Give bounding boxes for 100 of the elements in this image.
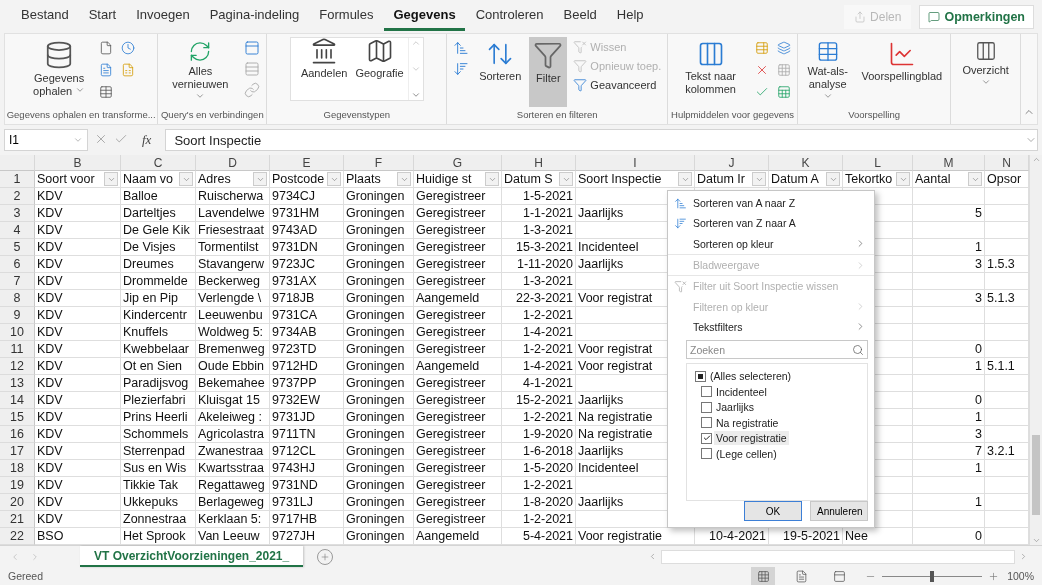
table-cell: De Visjes <box>121 239 196 256</box>
filter-dropdown-button[interactable] <box>968 172 982 186</box>
filter-dropdown-button[interactable] <box>485 172 499 186</box>
table-cell: Aangemeld <box>414 358 502 375</box>
function-label[interactable]: fx <box>134 132 160 149</box>
ribbon-button[interactable]: Geografie <box>351 34 408 105</box>
name-box[interactable]: I1 <box>4 129 88 152</box>
horizontal-scrollbar[interactable] <box>661 549 1015 564</box>
ribbon-tab[interactable]: Controleren <box>466 2 553 32</box>
flash-fill-icon <box>754 40 769 57</box>
status-text: Gereed <box>8 570 44 582</box>
checkbox[interactable] <box>701 432 712 444</box>
column-header[interactable]: J <box>695 155 769 171</box>
column-header[interactable]: D <box>196 155 270 171</box>
row-number: 16 <box>0 426 35 443</box>
checkbox[interactable] <box>695 370 706 382</box>
row-number: 5 <box>0 239 35 256</box>
vertical-scrollbar[interactable] <box>1029 155 1042 545</box>
column-header[interactable]: K <box>769 155 843 171</box>
column-header[interactable]: B <box>35 155 121 171</box>
ribbon-button[interactable]: Alles vernieuwen <box>162 37 239 108</box>
zoom-level[interactable]: 100% <box>1007 570 1034 582</box>
table-cell: 1-4-2021 <box>502 358 576 375</box>
table-cell: Groningen <box>344 290 414 307</box>
filter-dropdown-button[interactable] <box>678 172 692 186</box>
filter-dropdown-button[interactable] <box>896 172 910 186</box>
row-number: 11 <box>0 341 35 358</box>
table-cell: Dreumes <box>121 256 196 273</box>
ribbon-tab[interactable]: Formules <box>310 2 383 32</box>
ribbon-button[interactable]: Gegevens ophalen <box>25 37 94 108</box>
menu-item[interactable]: Tekstfilters <box>668 316 874 338</box>
column-header[interactable]: L <box>843 155 913 171</box>
checkbox[interactable] <box>701 448 712 460</box>
filter-dropdown-button[interactable] <box>327 172 341 186</box>
ribbon-button[interactable]: Geavanceerd <box>571 77 664 94</box>
zoom-in-icon <box>988 570 1000 582</box>
sheet-tab[interactable]: VT OverzichtVoorzieningen_2021_ <box>80 546 304 567</box>
comments-button[interactable]: Opmerkingen <box>919 4 1034 29</box>
table-cell: Kwartsstraa <box>196 460 270 477</box>
scroll-thumb[interactable] <box>1032 435 1040 515</box>
value-label[interactable]: (Lege cellen) <box>714 446 779 461</box>
column-header[interactable]: H <box>502 155 576 171</box>
ribbon-tab[interactable]: Invoegen <box>127 2 199 32</box>
column-header[interactable]: E <box>270 155 344 171</box>
value-label[interactable]: (Alles selecteren) <box>708 369 794 384</box>
column-header[interactable]: F <box>344 155 414 171</box>
zoom-thumb[interactable] <box>930 570 935 582</box>
dialog-button[interactable]: OK <box>744 501 802 522</box>
table-cell: Sterrenpad <box>121 443 196 460</box>
table-cell: Ukkepuks <box>121 494 196 511</box>
row-number: 4 <box>0 222 35 239</box>
table-cell: 1-2-2021 <box>502 341 576 358</box>
ribbon-button[interactable]: Wat-als-analyse <box>801 37 854 108</box>
value-label[interactable]: Jaarlijks <box>714 400 756 415</box>
table-cell: Leeuwenbu <box>196 307 270 324</box>
scroll-right-icon <box>1019 552 1028 561</box>
column-header[interactable]: C <box>121 155 196 171</box>
table-cell: 1-2-2021 <box>502 511 576 528</box>
ribbon-button[interactable]: Voorspellingblad <box>857 37 947 108</box>
table-cell <box>913 477 985 494</box>
formula-field[interactable]: Soort Inspectie <box>165 129 1038 152</box>
ribbon-button[interactable]: Overzicht <box>955 37 1016 108</box>
column-header[interactable]: N <box>985 155 1029 171</box>
column-header[interactable]: G <box>414 155 502 171</box>
filter-dropdown-button[interactable] <box>179 172 193 186</box>
filter-dropdown-button[interactable] <box>104 172 118 186</box>
table-cell: Kindercentr <box>121 307 196 324</box>
table-cell: Jip en Pip <box>121 290 196 307</box>
filter-dropdown-button[interactable] <box>559 172 573 186</box>
ribbon-button[interactable]: Tekst naar kolommen <box>672 37 749 108</box>
view-button[interactable] <box>751 567 776 585</box>
value-label[interactable]: Incidenteel <box>714 384 769 399</box>
filter-dropdown-button[interactable] <box>752 172 766 186</box>
ribbon-tab[interactable]: Bestand <box>12 2 78 32</box>
column-header[interactable]: M <box>913 155 985 171</box>
filter-dropdown-button[interactable] <box>826 172 840 186</box>
ribbon-button[interactable]: Sorteren <box>475 37 526 108</box>
checkbox[interactable] <box>701 401 712 413</box>
table-cell: Geregistreer <box>414 409 502 426</box>
row-number: 17 <box>0 443 35 460</box>
dialog-button[interactable]: Annuleren <box>810 501 868 522</box>
search-field[interactable]: Zoeken <box>686 340 868 360</box>
ribbon-button[interactable]: Aandelen <box>296 34 352 105</box>
checkbox[interactable] <box>701 386 712 398</box>
ribbon-tab[interactable]: Help <box>607 2 653 32</box>
ribbon-tab[interactable]: Start <box>79 2 126 32</box>
table-cell: 15-2-2021 <box>502 392 576 409</box>
value-label[interactable]: Na registratie <box>714 415 781 430</box>
ribbon-button[interactable]: Filter <box>529 37 568 108</box>
ribbon-tab[interactable]: Beeld <box>554 2 606 32</box>
column-header[interactable]: I <box>576 155 695 171</box>
value-label[interactable]: Voor registratie <box>714 431 789 446</box>
select-all-button[interactable] <box>0 155 35 171</box>
table-cell: 1-5-2021 <box>502 188 576 205</box>
share-icon <box>854 10 867 23</box>
checkbox[interactable] <box>701 417 712 429</box>
filter-dropdown-button[interactable] <box>397 172 411 186</box>
comment-icon <box>928 10 941 23</box>
ribbon-tab[interactable]: Pagina-indeling <box>200 2 309 32</box>
filter-dropdown-button[interactable] <box>253 172 267 186</box>
